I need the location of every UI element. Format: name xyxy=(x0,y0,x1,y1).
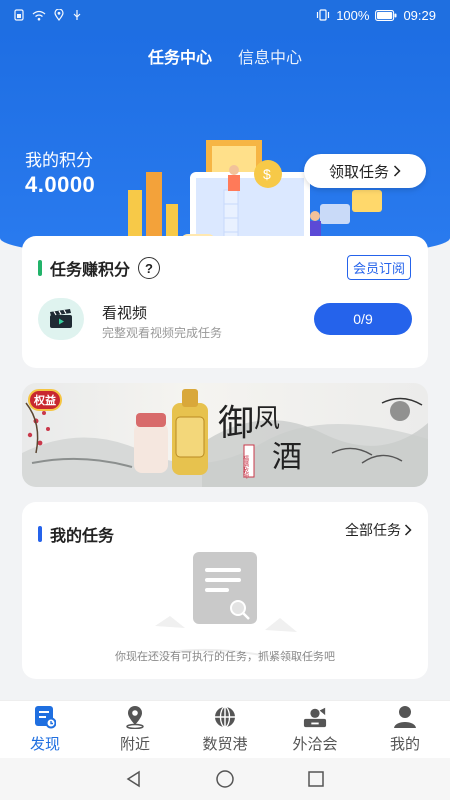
usb-icon xyxy=(73,10,81,20)
video-clapper-icon xyxy=(38,298,84,340)
status-bar: 100% 09:29 xyxy=(0,0,450,30)
recents-icon[interactable] xyxy=(307,770,325,788)
section-accent-bar xyxy=(38,260,42,276)
home-icon[interactable] xyxy=(215,769,235,789)
battery-icon xyxy=(375,9,397,21)
my-tasks-card: 我的任务 全部任务 你现在还没有可执行的任务，抓紧领取任务吧 xyxy=(22,502,428,679)
section-accent-bar xyxy=(38,526,42,542)
nav-discover-label: 发现 xyxy=(29,736,60,753)
header-tabs: 任务中心 信息中心 xyxy=(0,44,450,68)
tab-task-center[interactable]: 任务中心 xyxy=(148,44,212,68)
nav-fair[interactable]: 外洽会 xyxy=(275,705,355,754)
chevron-right-icon xyxy=(404,524,412,536)
nav-mine[interactable]: 我的 xyxy=(365,705,445,754)
user-icon xyxy=(393,705,417,729)
benefit-badge: 权益 xyxy=(28,389,62,411)
banner-artwork: 御 凤 酒 福满乾坤 xyxy=(22,389,428,487)
all-tasks-label: 全部任务 xyxy=(345,522,401,538)
task-row-watch-video[interactable]: 看视频 完整观看视频完成任务 0/9 xyxy=(38,298,412,342)
chevron-right-icon xyxy=(393,165,401,177)
nav-nearby[interactable]: 附近 xyxy=(95,705,175,754)
clock: 09:29 xyxy=(403,7,436,23)
calligraphy-char-1: 御 xyxy=(218,403,254,444)
back-icon[interactable] xyxy=(125,770,143,788)
claim-task-label: 领取任务 xyxy=(328,163,389,181)
nav-trade-port[interactable]: 数贸港 xyxy=(185,705,265,754)
promo-banner[interactable]: 御 凤 酒 福满乾坤 权益 xyxy=(22,383,428,487)
earn-points-title: 任务赚积分 xyxy=(50,262,131,279)
discover-icon xyxy=(33,705,57,729)
nav-discover[interactable]: 发现 xyxy=(5,705,85,754)
meeting-icon xyxy=(303,705,327,729)
claim-task-button[interactable]: 领取任务 xyxy=(304,154,426,188)
vibrate-icon xyxy=(317,9,330,21)
nav-mine-label: 我的 xyxy=(389,736,420,753)
calligraphy-char-3: 酒 xyxy=(272,440,302,475)
tab-info-center[interactable]: 信息中心 xyxy=(238,44,302,68)
location-icon xyxy=(123,705,147,729)
location-status-icon xyxy=(54,9,64,21)
task-name: 看视频 xyxy=(102,305,148,322)
globe-icon xyxy=(213,705,237,729)
calligraphy-char-2: 凤 xyxy=(254,404,280,434)
my-tasks-title: 我的任务 xyxy=(50,528,115,545)
member-subscribe-button[interactable]: 会员订阅 xyxy=(346,255,411,280)
wifi-icon xyxy=(32,10,46,20)
header-hero: 任务中心 信息中心 $ 我的积分 4.0000 领取任务 xyxy=(0,30,450,260)
banner-side-text: 福满乾坤 xyxy=(242,454,249,480)
empty-state-text: 你现在还没有可执行的任务，抓紧领取任务吧 xyxy=(115,651,335,663)
svg-text:$: $ xyxy=(263,166,271,182)
sim-icon xyxy=(14,9,24,21)
help-icon[interactable]: ? xyxy=(138,257,161,279)
battery-percent: 100% xyxy=(336,7,370,23)
points-label: 我的积分 xyxy=(25,151,93,170)
nav-fair-label: 外洽会 xyxy=(292,736,338,753)
task-progress-button[interactable]: 0/9 xyxy=(314,303,412,335)
nav-nearby-label: 附近 xyxy=(119,736,150,753)
earn-points-card: 任务赚积分 ? 会员订阅 看视频 完整观看视频完成任务 0/9 xyxy=(22,236,428,368)
help-symbol: ? xyxy=(145,260,153,276)
points-value: 4.0000 xyxy=(25,172,96,197)
task-description: 完整观看视频完成任务 xyxy=(102,326,223,340)
system-nav-bar xyxy=(0,758,450,800)
all-tasks-link[interactable]: 全部任务 xyxy=(345,520,412,540)
bottom-nav: 发现 附近 数贸港 外洽会 我的 xyxy=(0,700,450,758)
nav-trade-port-label: 数贸港 xyxy=(202,736,248,753)
